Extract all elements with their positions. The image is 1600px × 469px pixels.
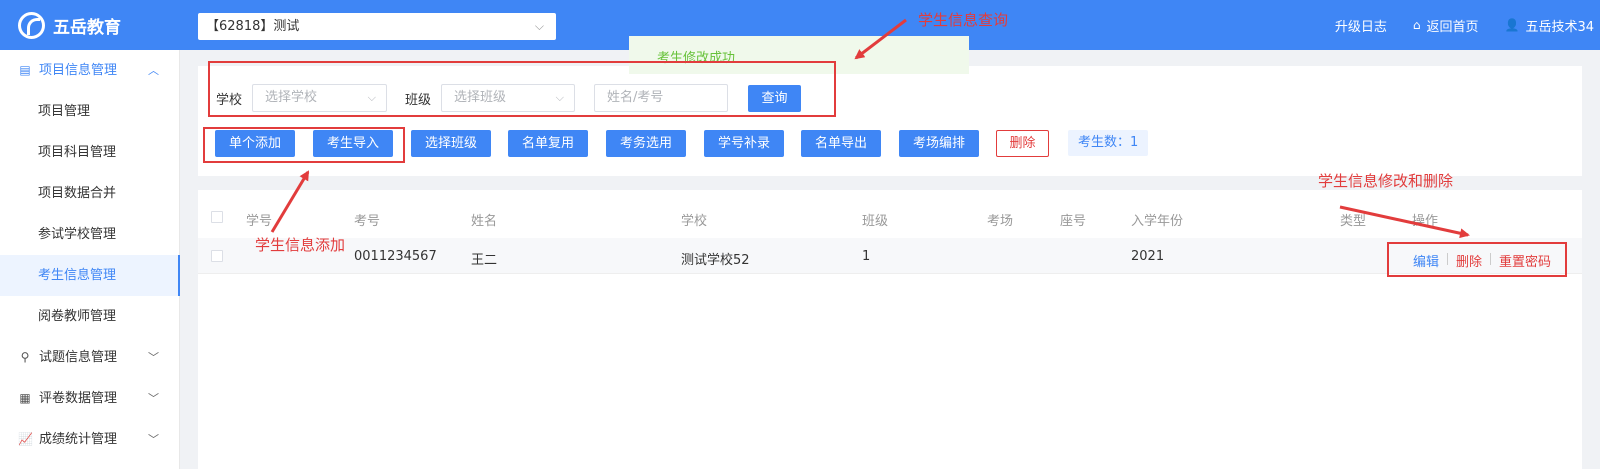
logo[interactable]: 五岳教育 xyxy=(18,11,121,39)
sidebar-group-stats[interactable]: 📈 成绩统计管理 ﹀ xyxy=(0,419,179,460)
sidebar-item-label: 项目科目管理 xyxy=(38,145,117,160)
sidebar-group-label: 成绩统计管理 xyxy=(39,432,118,447)
chevron-down-icon: ﹀ xyxy=(148,351,159,364)
delete-button[interactable]: 删除 xyxy=(996,130,1049,157)
header-actions: 升级日志 ⌂ 返回首页 👤 五岳技术34 xyxy=(1335,0,1600,50)
select-all-checkbox[interactable] xyxy=(211,211,223,223)
logo-icon xyxy=(18,11,45,39)
reuse-list-button[interactable]: 名单复用 xyxy=(508,130,588,157)
sidebar-item-project[interactable]: 项目管理 xyxy=(0,91,179,132)
upgrade-log-label: 升级日志 xyxy=(1334,19,1387,35)
cell-exam-no: 0011234567 xyxy=(354,249,437,264)
sidebar-item-students[interactable]: 考生信息管理 xyxy=(0,255,180,296)
edit-link[interactable]: 编辑 xyxy=(1413,251,1439,270)
user-icon: 👤 xyxy=(1504,18,1520,32)
sidebar-group-grading[interactable]: ▦ 评卷数据管理 ﹀ xyxy=(0,378,179,419)
database-icon: ▤ xyxy=(19,63,31,77)
sidebar-item-label: 项目管理 xyxy=(38,104,91,119)
ops-divider xyxy=(1447,253,1448,265)
annotation-add: 学生信息添加 xyxy=(255,236,346,254)
school-select-placeholder: 选择学校 xyxy=(265,90,318,105)
class-label: 班级 xyxy=(405,93,432,108)
user-icon: ⚲ xyxy=(20,350,30,364)
home-icon: ⌂ xyxy=(1412,18,1421,32)
row-checkbox[interactable] xyxy=(211,250,223,262)
select-class-button[interactable]: 选择班级 xyxy=(411,130,491,157)
home-label: 返回首页 xyxy=(1426,19,1479,35)
col-header-type: 类型 xyxy=(1340,214,1367,229)
name-search-placeholder: 姓名/考号 xyxy=(607,90,664,105)
user-name: 五岳技术34 xyxy=(1525,19,1594,35)
chart-icon: 📈 xyxy=(18,432,33,446)
col-header-student-no: 学号 xyxy=(246,214,273,229)
logo-text: 五岳教育 xyxy=(53,17,121,38)
school-select[interactable]: 选择学校 ⌵ xyxy=(252,84,387,112)
sidebar-item-project-merge[interactable]: 项目数据合并 xyxy=(0,173,179,214)
exam-select-button[interactable]: 考务选用 xyxy=(606,130,686,157)
chevron-down-icon: ⌵ xyxy=(534,19,544,33)
add-single-button[interactable]: 单个添加 xyxy=(215,130,295,157)
cell-class: 1 xyxy=(862,249,871,264)
delete-link[interactable]: 删除 xyxy=(1456,251,1482,270)
chevron-down-icon: ⌵ xyxy=(555,91,564,104)
cell-name: 王二 xyxy=(471,253,498,268)
class-select[interactable]: 选择班级 ⌵ xyxy=(441,84,575,112)
col-header-name: 姓名 xyxy=(471,214,498,229)
filter-panel xyxy=(198,66,1582,176)
chevron-down-icon: ﹀ xyxy=(148,392,159,405)
sidebar-group-project-info[interactable]: ▤ 项目信息管理 ︿ xyxy=(0,50,179,91)
class-select-placeholder: 选择班级 xyxy=(454,90,507,105)
sidebar-group-label: 项目信息管理 xyxy=(39,63,118,78)
sidebar-item-label: 项目数据合并 xyxy=(38,186,117,201)
sidebar-group-questions[interactable]: ⚲ 试题信息管理 ﹀ xyxy=(0,337,179,378)
export-list-button[interactable]: 名单导出 xyxy=(801,130,881,157)
project-select-value: 【62818】测试 xyxy=(206,19,300,34)
sidebar-group-label: 评卷数据管理 xyxy=(39,391,118,406)
col-header-exam-no: 考号 xyxy=(354,214,381,229)
annotation-modify: 学生信息修改和删除 xyxy=(1318,172,1454,190)
school-label: 学校 xyxy=(216,93,243,108)
chevron-down-icon: ﹀ xyxy=(148,433,159,446)
sidebar-item-label: 考生信息管理 xyxy=(38,268,117,283)
sidebar-item-label: 阅卷教师管理 xyxy=(38,309,117,324)
sidebar-item-schools[interactable]: 参试学校管理 xyxy=(0,214,179,255)
project-select[interactable]: 【62818】测试 ⌵ xyxy=(198,13,556,40)
reset-password-link[interactable]: 重置密码 xyxy=(1499,251,1551,270)
name-search-input[interactable]: 姓名/考号 xyxy=(594,84,728,112)
sidebar-group-label: 试题信息管理 xyxy=(39,350,118,365)
home-link[interactable]: ⌂ 返回首页 xyxy=(1413,16,1479,35)
sidebar-item-label: 参试学校管理 xyxy=(38,227,117,242)
chevron-up-icon: ︿ xyxy=(148,64,159,77)
success-toast: 考生修改成功 xyxy=(629,36,969,74)
user-menu[interactable]: 👤 五岳技术34 xyxy=(1505,16,1595,35)
col-header-room: 考场 xyxy=(987,214,1014,229)
upgrade-log-link[interactable]: 升级日志 xyxy=(1335,16,1387,35)
student-no-fill-button[interactable]: 学号补录 xyxy=(704,130,784,157)
table-panel xyxy=(198,190,1582,469)
col-header-class: 班级 xyxy=(862,214,889,229)
col-header-seat: 座号 xyxy=(1060,214,1087,229)
col-header-school: 学校 xyxy=(681,214,708,229)
cell-year: 2021 xyxy=(1131,249,1165,264)
query-button[interactable]: 查询 xyxy=(748,85,801,112)
ops-divider xyxy=(1490,253,1491,265)
import-button[interactable]: 考生导入 xyxy=(313,130,393,157)
student-count-badge: 考生数：1 xyxy=(1068,130,1149,156)
room-arrange-button[interactable]: 考场编排 xyxy=(899,130,979,157)
sidebar-item-teachers[interactable]: 阅卷教师管理 xyxy=(0,296,179,337)
list-icon: ▦ xyxy=(19,391,31,405)
sidebar-item-project-subject[interactable]: 项目科目管理 xyxy=(0,132,179,173)
col-header-ops: 操作 xyxy=(1412,214,1439,229)
chevron-down-icon: ⌵ xyxy=(367,91,376,104)
sidebar: ▤ 项目信息管理 ︿ 项目管理 项目科目管理 项目数据合并 参试学校管理 考生信… xyxy=(0,50,180,469)
col-header-year: 入学年份 xyxy=(1131,214,1184,229)
annotation-query: 学生信息查询 xyxy=(918,11,1009,29)
cell-school: 测试学校52 xyxy=(681,253,750,268)
